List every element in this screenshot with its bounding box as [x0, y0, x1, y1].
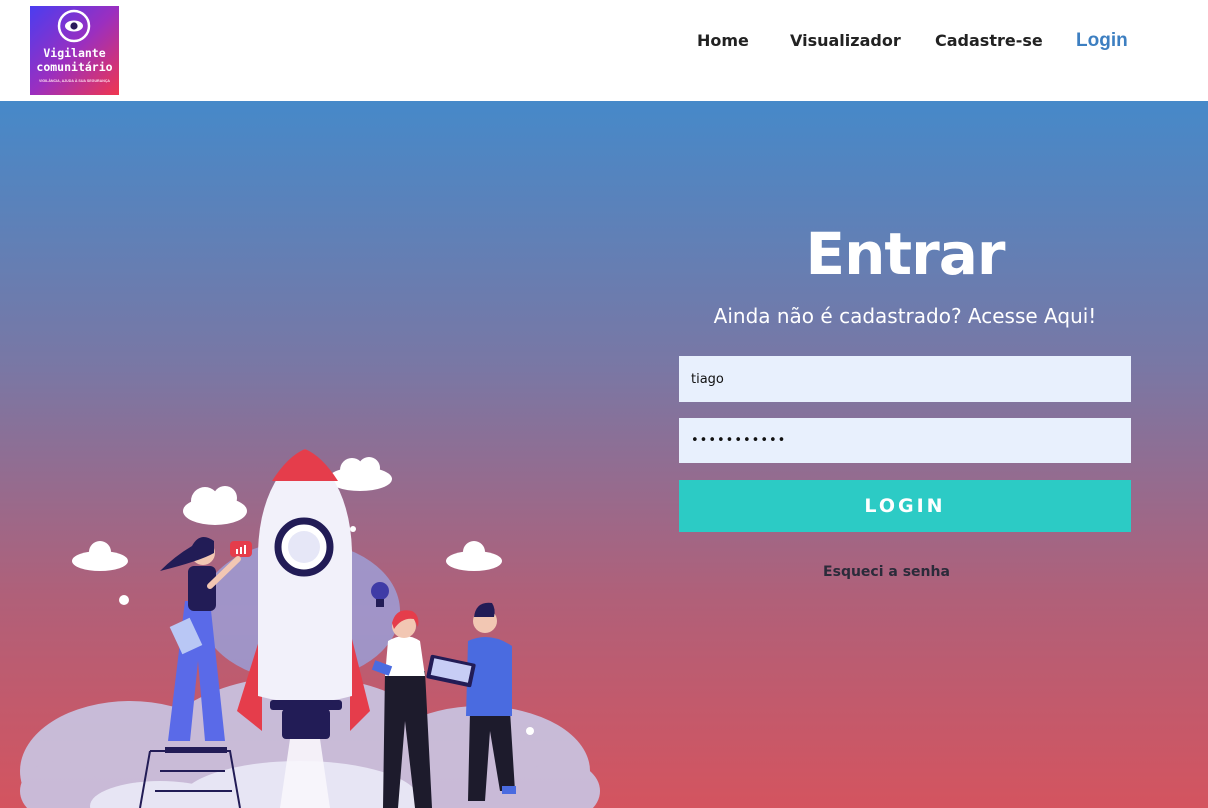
chart-bubble-icon [230, 541, 252, 557]
site-header: Vigilante comunitário VIGILÂNCIA, AJUDA … [0, 0, 1208, 101]
signup-prompt-link[interactable]: Ainda não é cadastrado? Acesse Aqui! [679, 304, 1131, 328]
nav-home[interactable]: Home [697, 31, 749, 50]
username-input[interactable] [679, 356, 1131, 402]
page-title: Entrar [805, 220, 1006, 288]
rocket-launch-illustration [20, 449, 600, 808]
nav-login[interactable]: Login [1076, 30, 1128, 52]
forgot-password-link[interactable]: Esqueci a senha [679, 564, 1094, 580]
eye-icon [57, 9, 91, 43]
nav-cadastre-se[interactable]: Cadastre-se [935, 31, 1043, 50]
logo-tagline: VIGILÂNCIA, AJUDA À SUA SEGURANÇA [38, 79, 111, 83]
login-button[interactable]: LOGIN [679, 480, 1131, 532]
logo[interactable]: Vigilante comunitário VIGILÂNCIA, AJUDA … [30, 6, 119, 95]
nav-visualizador[interactable]: Visualizador [790, 31, 901, 50]
logo-line1: Vigilante [43, 46, 106, 60]
password-input[interactable] [679, 418, 1131, 463]
logo-line2: comunitário [36, 60, 113, 74]
hero-section: Entrar Ainda não é cadastrado? Acesse Aq… [0, 101, 1208, 808]
